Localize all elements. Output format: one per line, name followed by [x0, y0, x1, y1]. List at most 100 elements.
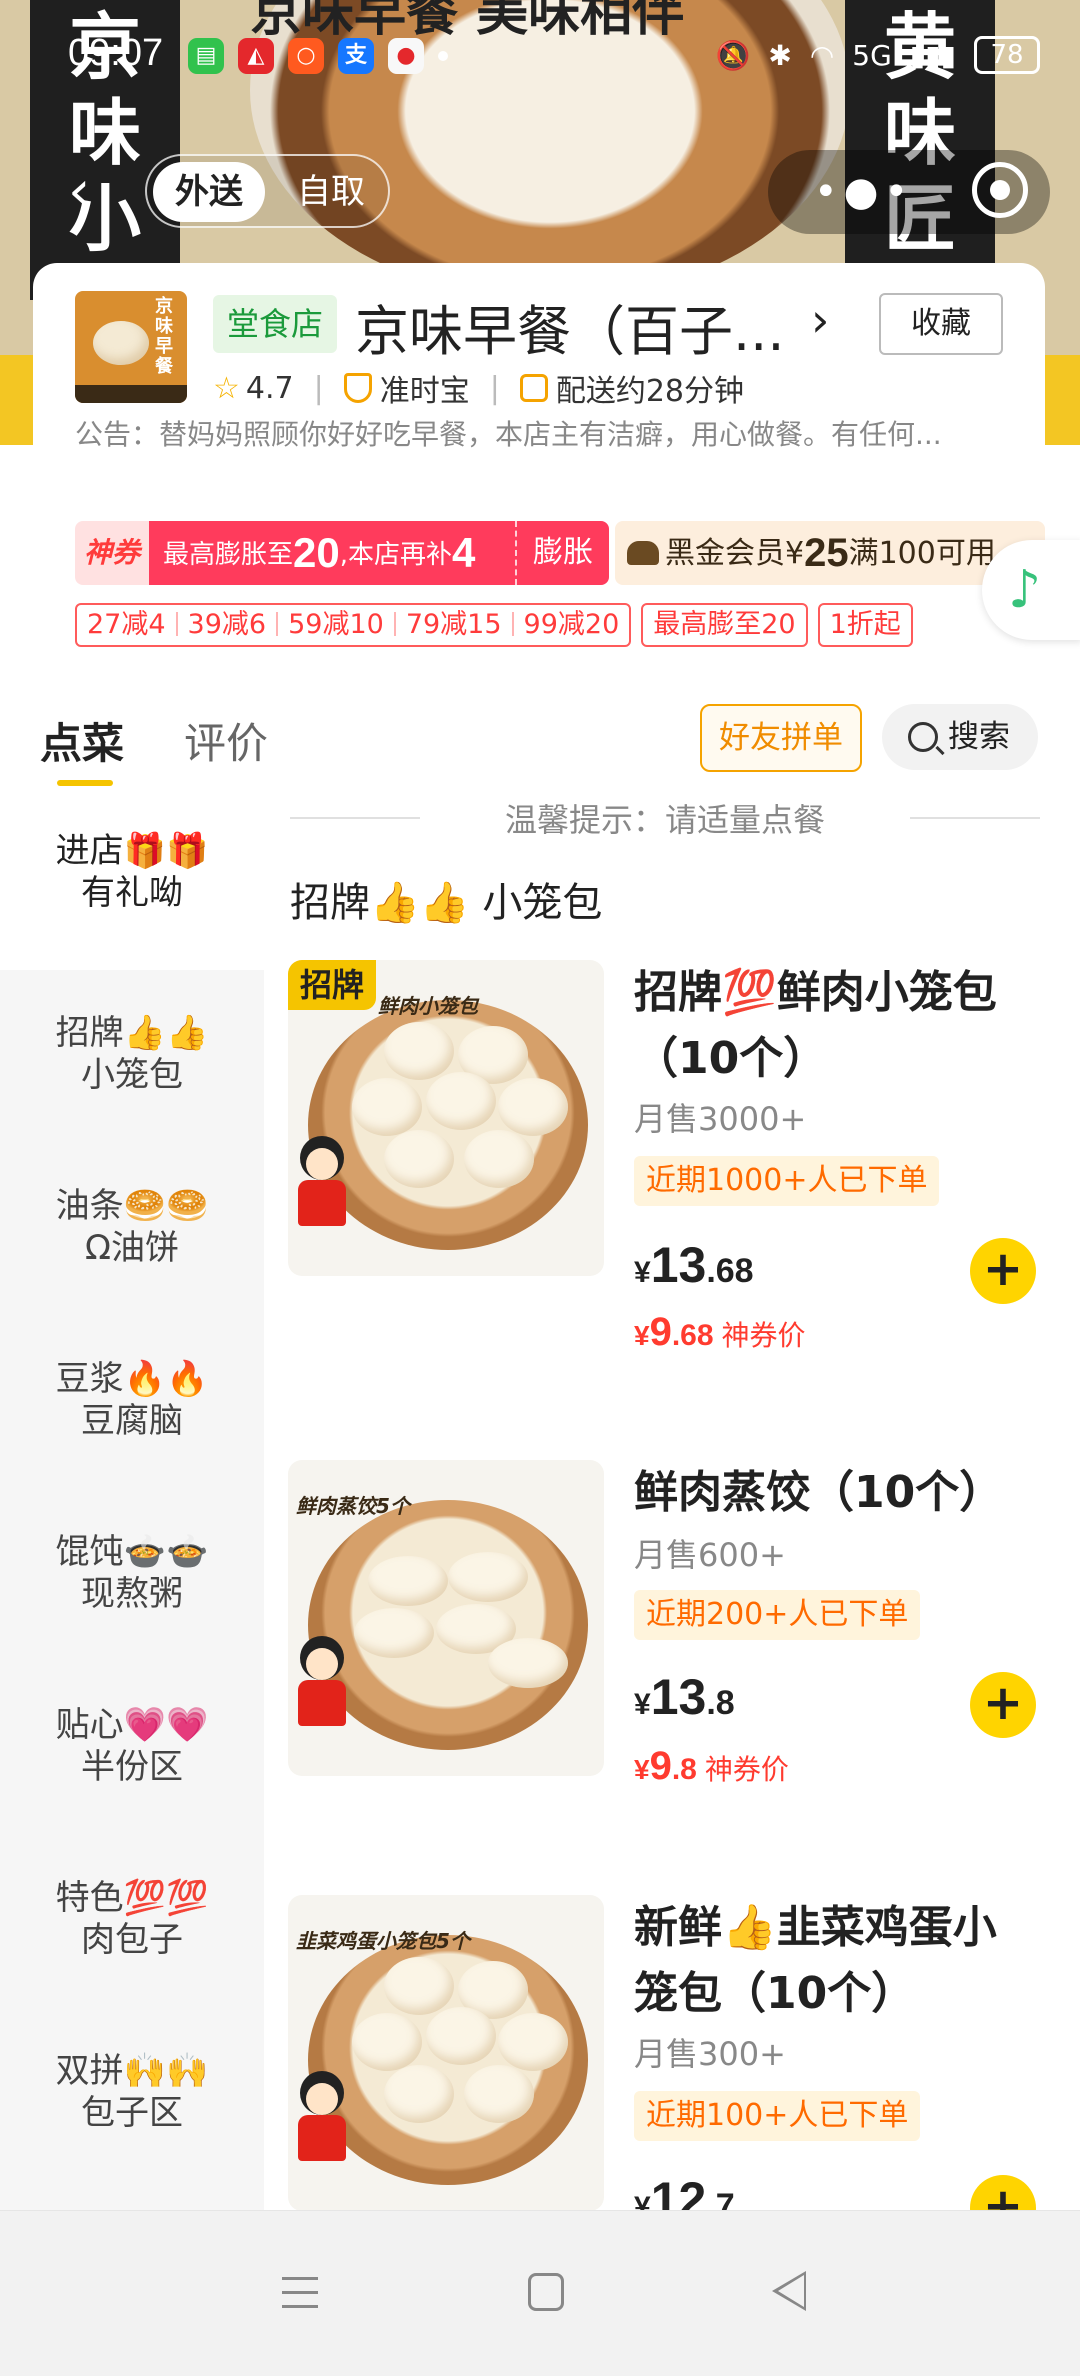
recent-apps-icon[interactable]: [282, 2277, 318, 2309]
more-dots-icon[interactable]: •●•: [814, 172, 914, 212]
divider: |: [489, 370, 500, 406]
group-order-button[interactable]: 好友拼单: [700, 704, 862, 772]
sidebar-item-label: 豆腐脑: [81, 1401, 183, 1441]
divider: [393, 612, 396, 636]
menu-tabs: 点菜 评价 好友拼单 搜索: [0, 690, 1080, 790]
price-currency: ¥: [634, 2191, 651, 2210]
status-app-icons: ▤ ◭ ○ 支 ●: [188, 38, 448, 74]
sidebar-item-signature[interactable]: 招牌👍👍 小笼包: [0, 1012, 264, 1184]
full-reduction-chip[interactable]: 27减4 39减6 59减10 79减15 99减20: [75, 603, 632, 647]
bun-image: [498, 2013, 568, 2071]
sidebar-item-welcome[interactable]: 进店🎁🎁 有礼呦: [0, 830, 264, 1002]
favorite-button[interactable]: 收藏: [879, 293, 1003, 355]
sidebar-item-youtiao[interactable]: 油条🥯🥯 Ω油饼: [0, 1185, 264, 1357]
dish-card[interactable]: 鲜肉小笼包 招牌 招牌💯鲜肉小笼包（10个） 月售3000+ 近期1000+人已…: [288, 960, 1048, 1400]
home-icon[interactable]: [528, 2273, 564, 2311]
coupon-price-decimal: .68: [671, 1319, 714, 1352]
coupon-banner[interactable]: 神券 最高膨胀至20,本店再补4 膨胀: [75, 521, 609, 585]
shop-notice[interactable]: 公告：替妈妈照顾你好好吃早餐，本店主有洁癖，用心做餐。有任何...: [75, 413, 1025, 453]
add-to-cart-button[interactable]: +: [970, 1672, 1036, 1738]
bluetooth-icon: ✱: [768, 38, 792, 72]
vip-amount: 25: [804, 531, 849, 575]
sidebar-item-meat-bun[interactable]: 特色💯💯 肉包子: [0, 1877, 264, 2049]
mascot-image: [294, 2071, 350, 2181]
shop-name[interactable]: 京味早餐（百子...: [355, 287, 785, 366]
dish-name: 招牌💯鲜肉小笼包（10个）: [634, 967, 997, 1084]
dumpling-image: [448, 1552, 528, 1602]
sidebar-item-label: 现熬粥: [81, 1574, 183, 1614]
fold-discount-chip[interactable]: 1折起: [817, 603, 913, 647]
mascot-image: [294, 1136, 350, 1246]
dish-image[interactable]: 韭菜鸡蛋小笼包5个: [288, 1895, 604, 2210]
sidebar-item-half-portion[interactable]: 贴心💗💗 半份区: [0, 1704, 264, 1876]
dish-card[interactable]: 韭菜鸡蛋小笼包5个 新鲜👍韭菜鸡蛋小笼包（10个） 月售300+ 近期100+人…: [288, 1895, 1048, 2210]
tab-indicator: [57, 780, 113, 786]
dish-image[interactable]: 鲜肉小笼包 招牌: [288, 960, 604, 1276]
sidebar-item-wonton[interactable]: 馄饨🍲🍲 现熬粥: [0, 1531, 264, 1703]
add-to-cart-button[interactable]: +: [970, 2175, 1036, 2210]
divider: [175, 612, 178, 636]
bun-image: [384, 2065, 454, 2123]
sidebar-item-soymilk[interactable]: 豆浆🔥🔥 豆腐脑: [0, 1358, 264, 1530]
logo-footer: [75, 385, 187, 403]
price-decimal: .8: [706, 1684, 735, 1722]
mode-pickup[interactable]: 自取: [275, 162, 387, 222]
sidebar-item-combo-bun[interactable]: 双拼🙌🙌 包子区: [0, 2050, 264, 2222]
coupon-price-integer: 9: [649, 1310, 672, 1354]
price-decimal: .68: [706, 1252, 754, 1290]
ontime-label: 准时宝: [379, 374, 470, 409]
dish-sales: 月售600+: [634, 1536, 786, 1574]
miniapp-capsule: •●•: [768, 150, 1050, 234]
coupon-prefix: 最高膨胀至: [163, 540, 294, 570]
vip-offer[interactable]: 黑金会员¥25满100可用: [615, 521, 1045, 585]
max-expand-chip[interactable]: 最高膨至20: [641, 603, 808, 647]
dish-name: 新鲜👍韭菜鸡蛋小笼包（10个）: [634, 1902, 997, 2019]
music-note-icon[interactable]: ♪: [982, 540, 1080, 640]
coupon-mid: ,本店再补: [339, 540, 452, 570]
divider: |: [313, 370, 324, 406]
divider: [290, 817, 420, 819]
dish-card[interactable]: 鲜肉蒸饺5个 鲜肉蒸饺（10个） 月售600+ 近期200+人已下单 ¥13.8…: [288, 1460, 1048, 1900]
dish-hot-tag: 近期1000+人已下单: [634, 1156, 940, 1206]
section-title: 招牌👍👍 小笼包: [290, 880, 603, 926]
add-to-cart-button[interactable]: +: [970, 1238, 1036, 1304]
dish-price: ¥13.8: [634, 1668, 735, 1726]
price-integer: 13: [650, 1669, 707, 1725]
sidebar-item-label: 贴心💗💗: [55, 1705, 209, 1745]
dumpling-image: [488, 1638, 568, 1688]
shop-logo: 京味早餐: [75, 291, 187, 403]
vip-suffix: 满100可用: [848, 536, 996, 571]
dish-name: 鲜肉蒸饺（10个）: [634, 1467, 1004, 1518]
tab-order[interactable]: 点菜: [40, 710, 124, 771]
coupon-price-integer: 9: [649, 1744, 672, 1788]
dish-sales: 月售3000+: [634, 1100, 807, 1138]
signature-badge: 招牌: [288, 960, 377, 1010]
bun-image: [384, 1022, 454, 1080]
bun-image: [352, 1078, 422, 1136]
price-currency: ¥: [634, 1688, 651, 1721]
search-button[interactable]: 搜索: [882, 704, 1038, 770]
promo-area: 神券 最高膨胀至20,本店再补4 膨胀 黑金会员¥25满100可用 27减4 39…: [33, 495, 1045, 680]
chevron-right-icon[interactable]: ›: [811, 293, 829, 347]
back-arrow-icon[interactable]: ‹: [68, 164, 114, 224]
back-triangle-icon[interactable]: [772, 2271, 806, 2311]
close-miniapp-icon[interactable]: [972, 162, 1028, 218]
dine-in-tag: 堂食店: [213, 295, 338, 353]
price-currency: ¥: [634, 1320, 650, 1351]
coupon-price-label: 神券价: [704, 1753, 789, 1786]
dish-image[interactable]: 鲜肉蒸饺5个: [288, 1460, 604, 1776]
expand-coupon-button[interactable]: 膨胀: [515, 521, 609, 585]
dumpling-image: [368, 1556, 448, 1606]
menu-tip: 温馨提示：请适量点餐: [290, 795, 1040, 839]
coupon-extra: 4: [452, 529, 476, 576]
system-nav-bar: [0, 2210, 1080, 2376]
bun-image: [384, 1957, 454, 2015]
tab-reviews[interactable]: 评价: [184, 710, 268, 771]
divider: [910, 817, 1040, 819]
price-currency: ¥: [634, 1256, 651, 1289]
mode-delivery[interactable]: 外送: [153, 162, 265, 222]
shield-icon: [343, 373, 372, 403]
search-icon: [908, 722, 938, 752]
sidebar-item-label: 双拼🙌🙌: [55, 2051, 209, 2091]
delivery-time: 配送约28分钟: [555, 374, 745, 409]
